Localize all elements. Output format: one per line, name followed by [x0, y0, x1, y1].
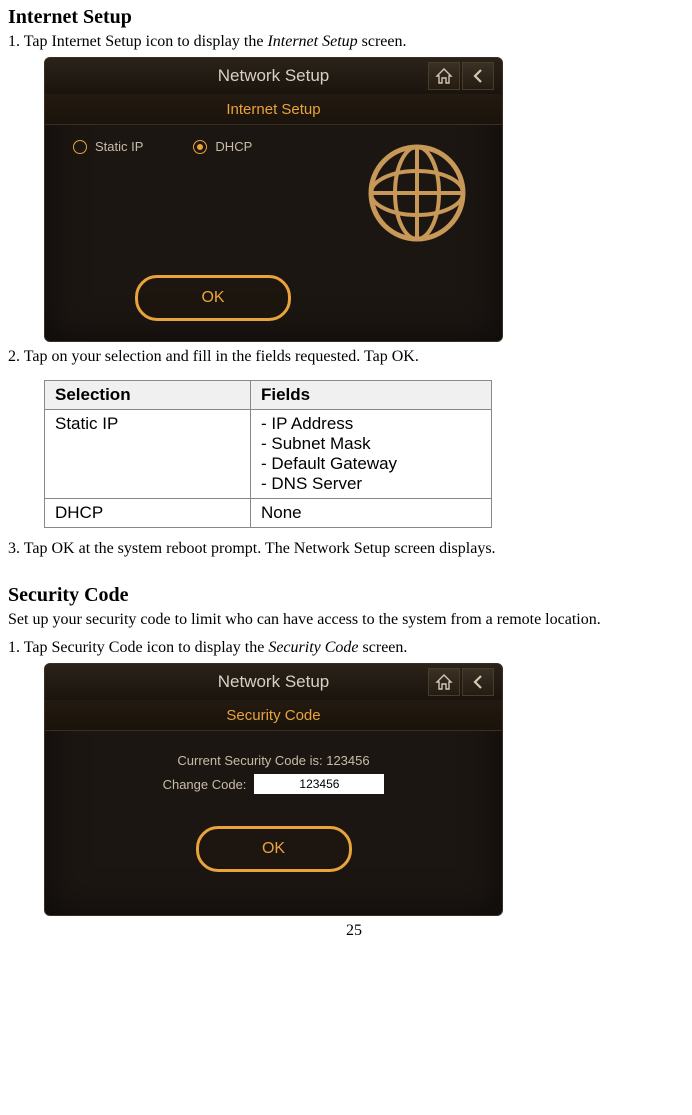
table-row: Static IP - IP Address - Subnet Mask - D… [45, 410, 492, 499]
screen-subtitle: Internet Setup [45, 94, 502, 125]
current-code-label: Current Security Code is: 123456 [45, 753, 502, 768]
step-text: Tap Security Code icon to display the Se… [24, 639, 408, 656]
fields-table: Selection Fields Static IP - IP Address … [44, 380, 492, 528]
back-icon[interactable] [462, 62, 494, 90]
radio-static-ip[interactable]: Static IP [73, 139, 143, 154]
globe-icon [362, 138, 472, 253]
ok-button[interactable]: OK [135, 275, 291, 321]
step-number: 1. [8, 639, 20, 656]
table-header: Selection [45, 381, 251, 410]
ok-button[interactable]: OK [196, 826, 352, 872]
step-text: Tap Internet Setup icon to display the I… [24, 33, 407, 50]
step-text: Tap OK at the system reboot prompt. The … [24, 540, 496, 557]
table-row: DHCP None [45, 499, 492, 528]
change-code-label: Change Code: [163, 777, 247, 792]
step-number: 3. [8, 540, 20, 557]
internet-setup-screenshot: Network Setup Internet Setup Static IP D… [44, 57, 503, 342]
section-heading: Security Code [8, 584, 692, 607]
section-heading: Internet Setup [8, 6, 692, 29]
intro-text: Set up your security code to limit who c… [8, 611, 692, 629]
code-input[interactable]: 123456 [254, 774, 384, 794]
radio-dhcp[interactable]: DHCP [193, 139, 252, 154]
screen-title: Network Setup [218, 66, 330, 86]
screen-subtitle: Security Code [45, 700, 502, 731]
step-number: 2. [8, 348, 20, 365]
back-icon[interactable] [462, 668, 494, 696]
security-code-screenshot: Network Setup Security Code Current Secu… [44, 663, 503, 916]
home-icon[interactable] [428, 62, 460, 90]
page-number: 25 [8, 922, 692, 940]
table-header: Fields [251, 381, 492, 410]
radio-icon [193, 140, 207, 154]
step-text: Tap on your selection and fill in the fi… [24, 348, 419, 365]
home-icon[interactable] [428, 668, 460, 696]
screen-title: Network Setup [218, 672, 330, 692]
radio-icon [73, 140, 87, 154]
step-number: 1. [8, 33, 20, 50]
